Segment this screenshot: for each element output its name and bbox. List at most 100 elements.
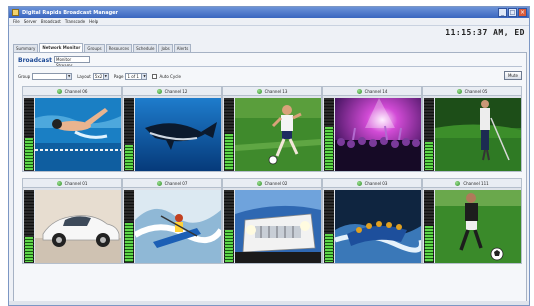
view-select[interactable]: Monitor Streams: [54, 56, 90, 68]
channel-header: Channel 01: [23, 179, 121, 188]
channel-header: Channel 13: [223, 87, 321, 96]
channel-header: Channel 14: [323, 87, 421, 96]
channel-tile[interactable]: Channel 12: [122, 86, 222, 172]
tab-network-monitor[interactable]: Network Monitor: [39, 43, 84, 52]
channel-tile[interactable]: Channel 111: [422, 178, 522, 264]
channel-label: Channel 07: [164, 180, 188, 186]
channel-tile[interactable]: Channel 01: [22, 178, 122, 264]
view-controls: Group ▼ Layout 5x2 ▼ Page 1 of 1 ▼ Auto …: [18, 72, 183, 80]
channel-tile[interactable]: Channel 14: [322, 86, 422, 172]
video-thumbnail[interactable]: [435, 190, 521, 263]
clock: 11:15:37 AM, ED: [445, 28, 525, 37]
channel-header: Channel 07: [123, 179, 221, 188]
video-thumbnail[interactable]: [35, 98, 121, 171]
status-indicator-icon: [56, 88, 62, 94]
channel-header: Channel 03: [323, 179, 421, 188]
video-thumbnail[interactable]: [235, 190, 321, 263]
status-indicator-icon: [455, 180, 461, 186]
menu-file[interactable]: File: [13, 19, 20, 24]
layout-select-value: 5x2: [94, 73, 103, 79]
tab-jobs[interactable]: Jobs: [158, 44, 173, 52]
channel-label: Channel 01: [64, 180, 88, 186]
title-bar: Digital Rapids Broadcast Manager _ □ ×: [9, 7, 529, 18]
channel-header: Channel 02: [223, 179, 321, 188]
audio-meter: [424, 98, 434, 171]
channel-label: Channel 02: [264, 180, 288, 186]
layout-label: Layout: [77, 73, 91, 79]
divider: [18, 66, 522, 67]
tab-alerts[interactable]: Alerts: [173, 44, 192, 52]
monitor-panel: Broadcast Monitor Streams Group ▼ Layout…: [13, 52, 527, 302]
maximize-button[interactable]: □: [508, 8, 517, 17]
page-select[interactable]: 1 of 1 ▼: [125, 72, 148, 80]
video-thumbnail[interactable]: [335, 98, 421, 171]
audio-meter: [124, 98, 134, 171]
audio-meter: [424, 190, 434, 263]
auto-cycle-checkbox[interactable]: [152, 73, 158, 79]
audio-meter: [324, 98, 334, 171]
channel-tile[interactable]: Channel 02: [222, 178, 322, 264]
menu-broadcast[interactable]: Broadcast: [41, 19, 61, 24]
app-icon: [12, 9, 19, 16]
chevron-down-icon: ▼: [66, 73, 72, 79]
audio-meter-level: [225, 230, 233, 262]
auto-cycle-label: Auto Cycle: [159, 73, 181, 79]
window-title: Digital Rapids Broadcast Manager: [22, 9, 119, 16]
status-indicator-icon: [356, 88, 362, 94]
page-select-value: 1 of 1: [127, 73, 139, 79]
channel-header: Channel 05: [423, 87, 521, 96]
tab-schedule[interactable]: Schedule: [133, 44, 158, 52]
audio-meter-level: [325, 127, 333, 170]
video-thumbnail[interactable]: [135, 190, 221, 263]
channel-tile[interactable]: Channel 03: [322, 178, 422, 264]
tab-groups[interactable]: Groups: [84, 44, 105, 52]
audio-meter-level: [125, 145, 133, 170]
menu-transcode[interactable]: Transcode: [65, 19, 85, 24]
menu-help[interactable]: Help: [89, 19, 98, 24]
menu-server[interactable]: Server: [24, 19, 37, 24]
layout-select[interactable]: 5x2 ▼: [92, 72, 109, 80]
video-thumbnail[interactable]: [435, 98, 521, 171]
channel-tile[interactable]: Channel 05: [422, 86, 522, 172]
video-thumbnail[interactable]: [135, 98, 221, 171]
minimize-button[interactable]: _: [498, 8, 507, 17]
audio-meter: [324, 190, 334, 263]
tab-resources[interactable]: Resources: [105, 44, 133, 52]
video-thumbnail[interactable]: [235, 98, 321, 171]
channel-tile[interactable]: Channel 13: [222, 86, 322, 172]
mute-button[interactable]: Mute: [504, 71, 522, 80]
close-button[interactable]: ×: [518, 8, 527, 17]
status-indicator-icon: [156, 88, 162, 94]
menu-bar: File Server Broadcast Transcode Help: [9, 18, 529, 26]
channel-header: Channel 06: [23, 87, 121, 96]
audio-meter-level: [125, 223, 133, 262]
tab-bar: Summary Network Monitor Groups Resources…: [13, 43, 192, 52]
channel-tile[interactable]: Channel 07: [122, 178, 222, 264]
audio-meter: [24, 98, 34, 171]
channel-header: Channel 12: [123, 87, 221, 96]
audio-meter: [224, 98, 234, 171]
channel-label: Channel 05: [464, 88, 488, 94]
tab-summary[interactable]: Summary: [13, 44, 39, 52]
status-indicator-icon: [56, 180, 62, 186]
channel-grid: Channel 06 Channel 12 Channel 13 Channel…: [22, 86, 522, 300]
video-thumbnail[interactable]: [35, 190, 121, 263]
chevron-down-icon: ▼: [102, 73, 108, 79]
app-window: Digital Rapids Broadcast Manager _ □ × F…: [8, 6, 530, 306]
channel-label: Channel 14: [364, 88, 388, 94]
chevron-down-icon: ▼: [141, 73, 147, 79]
status-indicator-icon: [256, 180, 262, 186]
channel-header: Channel 111: [423, 179, 521, 188]
status-indicator-icon: [156, 180, 162, 186]
audio-meter-level: [25, 237, 33, 262]
audio-meter-level: [325, 234, 333, 262]
status-bar: [9, 301, 529, 305]
audio-meter: [24, 190, 34, 263]
status-indicator-icon: [256, 88, 262, 94]
audio-meter-level: [425, 142, 433, 170]
channel-tile[interactable]: Channel 06: [22, 86, 122, 172]
group-select[interactable]: ▼: [32, 72, 73, 80]
video-thumbnail[interactable]: [335, 190, 421, 263]
channel-label: Channel 12: [164, 88, 188, 94]
channel-label: Channel 13: [264, 88, 288, 94]
